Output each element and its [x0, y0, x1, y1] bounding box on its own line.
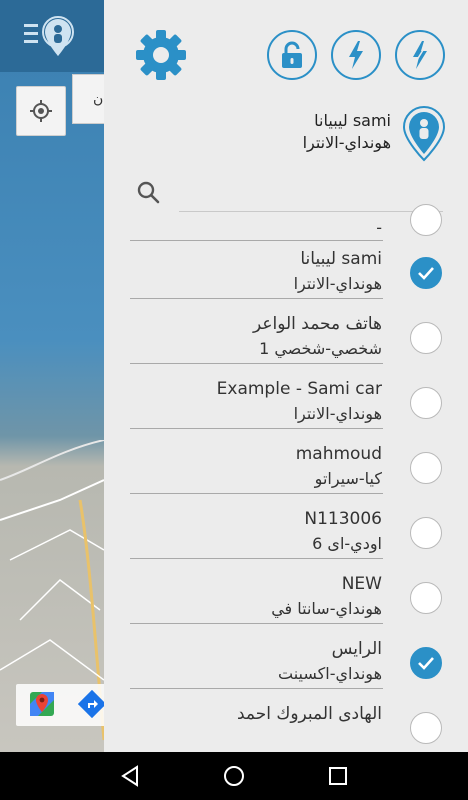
vehicle-checkbox[interactable] [410, 387, 442, 419]
list-item[interactable]: الرايس هونداي-اكسينت [104, 631, 468, 696]
divider [130, 298, 383, 299]
vehicle-model: هونداي-سانتا في [271, 599, 382, 618]
vehicle-model: هونداي-اكسينت [278, 664, 382, 683]
check-icon [418, 267, 434, 280]
directions-icon[interactable] [78, 690, 104, 718]
vehicle-checkbox[interactable] [410, 582, 442, 614]
vehicle-name: Example - Sami car [216, 379, 382, 399]
vehicle-checkbox[interactable] [410, 712, 442, 744]
list-item[interactable]: mahmoud كيا-سيراتو [104, 436, 468, 501]
vehicle-checkbox[interactable] [410, 452, 442, 484]
lock-button[interactable] [267, 30, 317, 80]
divider [130, 688, 383, 689]
search-input[interactable] [179, 172, 443, 212]
map-app-buttons [16, 684, 104, 726]
vehicle-model: كيا-سيراتو [314, 469, 382, 488]
vehicle-list: - ليبيانا sami هونداي-الانترا هاتف محمد … [104, 204, 468, 752]
check-icon [418, 657, 434, 670]
lock-icon [282, 41, 302, 68]
divider [130, 428, 383, 429]
my-location-button[interactable] [16, 86, 66, 136]
divider [130, 558, 383, 559]
vehicle-name: NEW [341, 574, 382, 594]
current-vehicle-model: هونداي-الانترا [302, 133, 391, 152]
google-maps-icon[interactable] [28, 690, 56, 718]
power-off-button[interactable] [395, 30, 445, 80]
home-icon[interactable] [222, 764, 246, 788]
vehicle-checkbox[interactable] [410, 257, 442, 289]
current-vehicle-name: ليبيانا sami [314, 111, 391, 130]
vehicle-name: N113006 [304, 509, 382, 529]
vehicle-checkbox[interactable] [410, 204, 442, 236]
gear-icon[interactable] [134, 28, 188, 82]
vehicle-model: اودي-اى 6 [312, 534, 382, 553]
navigation-drawer: ليبيانا sami هونداي-الانترا - ليبيانا sa… [104, 0, 468, 752]
vehicle-model: - [376, 218, 382, 237]
vehicle-name: الهادى المبروك احمد [236, 704, 382, 724]
list-item[interactable]: الهادى المبروك احمد [104, 696, 468, 752]
vehicle-model: هونداي-الانترا [293, 404, 382, 423]
list-item[interactable]: N113006 اودي-اى 6 [104, 501, 468, 566]
vehicle-model: شخصي-شخصي 1 [259, 339, 382, 358]
app-toolbar [0, 0, 104, 72]
lightning-icon [411, 41, 429, 69]
power-on-button[interactable] [331, 30, 381, 80]
vehicle-model: هونداي-الانترا [293, 274, 382, 293]
vehicle-checkbox[interactable] [410, 647, 442, 679]
vehicle-name: الرايس [331, 639, 382, 659]
vehicle-name: هاتف محمد الواعر [252, 314, 382, 334]
list-item[interactable]: - [104, 204, 468, 241]
menu-pin-icon[interactable] [22, 10, 82, 60]
search-icon[interactable] [136, 180, 160, 204]
recent-apps-icon[interactable] [326, 764, 350, 788]
vehicle-checkbox[interactable] [410, 517, 442, 549]
divider [130, 623, 383, 624]
divider [130, 363, 383, 364]
back-icon[interactable] [118, 764, 142, 788]
location-pin-icon [402, 105, 446, 162]
list-item[interactable]: هاتف محمد الواعر شخصي-شخصي 1 [104, 306, 468, 371]
lightning-icon [349, 41, 363, 69]
vehicle-name: mahmoud [295, 444, 382, 464]
list-item[interactable]: Example - Sami car هونداي-الانترا [104, 371, 468, 436]
list-item[interactable]: ليبيانا sami هونداي-الانترا [104, 241, 468, 306]
map-view[interactable]: ن [0, 0, 104, 752]
map-info-box: ن [72, 74, 104, 124]
list-item[interactable]: NEW هونداي-سانتا في [104, 566, 468, 631]
vehicle-checkbox[interactable] [410, 322, 442, 354]
map-info-label: ن [93, 91, 104, 107]
divider [130, 493, 383, 494]
crosshair-icon [30, 100, 52, 122]
vehicle-name: ليبيانا sami [300, 249, 382, 269]
